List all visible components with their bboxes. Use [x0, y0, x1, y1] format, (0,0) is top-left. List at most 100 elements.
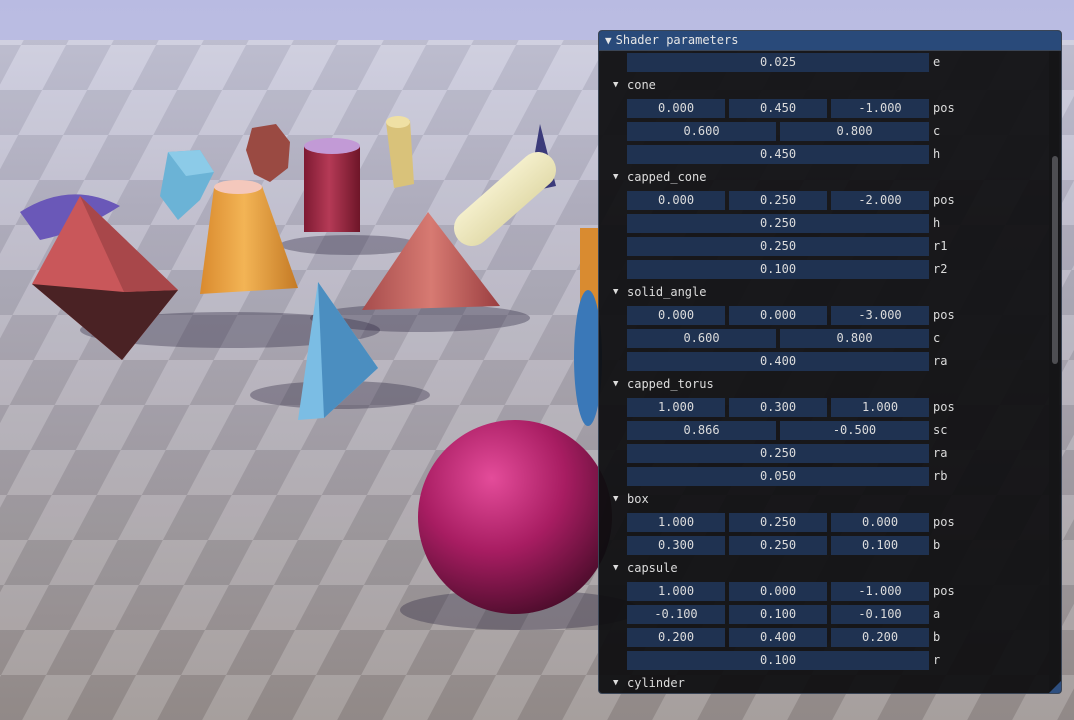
- drag-float-input[interactable]: 0.025: [627, 53, 929, 72]
- section-header-label: capsule: [627, 561, 678, 575]
- drag-float-input[interactable]: 0.100: [729, 605, 827, 624]
- section-header-solid-angle[interactable]: ▼ solid_angle: [599, 283, 1039, 303]
- drag-float-input[interactable]: 0.300: [627, 536, 725, 555]
- collapse-arrow-icon[interactable]: ▼: [605, 34, 612, 47]
- drag-float-input[interactable]: 0.100: [627, 260, 929, 279]
- drag-float-input[interactable]: 0.050: [627, 467, 929, 486]
- drag-float-input[interactable]: 0.000: [729, 306, 827, 325]
- drag-float-input[interactable]: 0.800: [780, 122, 929, 141]
- drag-float-input[interactable]: 0.400: [729, 628, 827, 647]
- drag-float-input[interactable]: -3.000: [831, 306, 929, 325]
- section-header-label: box: [627, 492, 649, 506]
- parameter-label: pos: [933, 400, 955, 414]
- drag-float-input[interactable]: -1.000: [831, 582, 929, 601]
- tree-expand-arrow-icon[interactable]: ▼: [613, 490, 618, 509]
- drag-float-input[interactable]: 0.000: [627, 191, 725, 210]
- window-title-bar[interactable]: ▼ Shader parameters: [599, 31, 1061, 51]
- parameter-row-b: 0.300 0.250 0.100 b: [599, 536, 1039, 556]
- drag-float-input[interactable]: 0.250: [627, 214, 929, 233]
- section-header-cylinder[interactable]: ▼ cylinder: [599, 674, 1039, 693]
- drag-float-input[interactable]: 0.250: [729, 513, 827, 532]
- section-header-label: cylinder: [627, 676, 685, 690]
- parameter-row-r1: 0.250 r1: [599, 237, 1039, 257]
- section-header-cone[interactable]: ▼ cone: [599, 76, 1039, 96]
- drag-float-input[interactable]: 0.250: [729, 536, 827, 555]
- scrollbar-thumb[interactable]: [1052, 156, 1058, 364]
- parameter-list: 0.025 e ▼ cone 0.000 0.450 -1.000 pos 0.600 0.800…: [599, 51, 1061, 693]
- parameter-row-pos: 0.000 0.000 -3.000 pos: [599, 306, 1039, 326]
- section-header-label: cone: [627, 78, 656, 92]
- drag-float-input[interactable]: 1.000: [627, 513, 725, 532]
- drag-float-input[interactable]: 0.200: [627, 628, 725, 647]
- drag-float-input[interactable]: 0.600: [627, 329, 776, 348]
- drag-float-input[interactable]: 0.300: [729, 398, 827, 417]
- drag-float-input[interactable]: -2.000: [831, 191, 929, 210]
- parameter-row-ra: 0.250 ra: [599, 444, 1039, 464]
- drag-float-input[interactable]: -0.100: [831, 605, 929, 624]
- resize-grip-icon[interactable]: [1049, 681, 1061, 693]
- drag-float-input[interactable]: 0.100: [831, 536, 929, 555]
- drag-float-input[interactable]: 0.250: [627, 237, 929, 256]
- drag-float-input[interactable]: 0.200: [831, 628, 929, 647]
- section-header-capped-cone[interactable]: ▼ capped_cone: [599, 168, 1039, 188]
- parameter-label: r: [933, 653, 941, 667]
- parameter-label: rb: [933, 469, 948, 483]
- section-header-box[interactable]: ▼ box: [599, 490, 1039, 510]
- drag-float-input[interactable]: 0.600: [627, 122, 776, 141]
- parameter-label: c: [933, 331, 941, 345]
- drag-float-input[interactable]: 0.250: [627, 444, 929, 463]
- drag-float-input[interactable]: -0.500: [780, 421, 929, 440]
- tree-expand-arrow-icon[interactable]: ▼: [613, 559, 618, 578]
- parameter-label: b: [933, 538, 941, 552]
- parameter-row-pos: 1.000 0.250 0.000 pos: [599, 513, 1039, 533]
- parameter-label: r2: [933, 262, 948, 276]
- tree-expand-arrow-icon[interactable]: ▼: [613, 168, 618, 187]
- scrollbar-track[interactable]: [1049, 51, 1059, 693]
- drag-float-input[interactable]: 0.866: [627, 421, 776, 440]
- parameter-row-sc: 0.866 -0.500 sc: [599, 421, 1039, 441]
- drag-float-input[interactable]: 0.000: [627, 306, 725, 325]
- parameter-row-r2: 0.100 r2: [599, 260, 1039, 280]
- parameter-row-pos: 1.000 0.300 1.000 pos: [599, 398, 1039, 418]
- drag-float-input[interactable]: 0.450: [627, 145, 929, 164]
- drag-float-input[interactable]: 1.000: [831, 398, 929, 417]
- parameter-label: h: [933, 216, 941, 230]
- drag-float-input[interactable]: 1.000: [627, 398, 725, 417]
- parameter-label: e: [933, 55, 941, 69]
- drag-float-input[interactable]: 0.450: [729, 99, 827, 118]
- parameter-row-pos: 1.000 0.000 -1.000 pos: [599, 582, 1039, 602]
- parameter-label: pos: [933, 515, 955, 529]
- tree-expand-arrow-icon[interactable]: ▼: [613, 76, 618, 95]
- drag-float-input[interactable]: 0.400: [627, 352, 929, 371]
- parameter-label: b: [933, 630, 941, 644]
- parameter-row-r: 0.100 r: [599, 651, 1039, 671]
- parameter-label: pos: [933, 101, 955, 115]
- parameter-label: pos: [933, 308, 955, 322]
- drag-float-input[interactable]: 0.800: [780, 329, 929, 348]
- drag-float-input[interactable]: 1.000: [627, 582, 725, 601]
- window-title: Shader parameters: [615, 33, 739, 47]
- drag-float-input[interactable]: -1.000: [831, 99, 929, 118]
- parameter-row-ra: 0.400 ra: [599, 352, 1039, 372]
- drag-float-input[interactable]: 0.250: [729, 191, 827, 210]
- parameter-label: h: [933, 147, 941, 161]
- drag-float-input[interactable]: 0.000: [627, 99, 725, 118]
- parameter-row-c: 0.600 0.800 c: [599, 329, 1039, 349]
- drag-float-input[interactable]: 0.000: [729, 582, 827, 601]
- parameter-label: c: [933, 124, 941, 138]
- tree-expand-arrow-icon[interactable]: ▼: [613, 283, 618, 302]
- drag-float-input[interactable]: 0.000: [831, 513, 929, 532]
- section-header-label: capped_cone: [627, 170, 707, 184]
- parameter-row-h: 0.250 h: [599, 214, 1039, 234]
- parameter-label: pos: [933, 584, 955, 598]
- parameter-row-b: 0.200 0.400 0.200 b: [599, 628, 1039, 648]
- parameter-label: pos: [933, 193, 955, 207]
- drag-float-input[interactable]: 0.100: [627, 651, 929, 670]
- tree-expand-arrow-icon[interactable]: ▼: [613, 375, 618, 394]
- drag-float-input[interactable]: -0.100: [627, 605, 725, 624]
- section-header-capsule[interactable]: ▼ capsule: [599, 559, 1039, 579]
- tree-expand-arrow-icon[interactable]: ▼: [613, 674, 618, 693]
- parameter-label: ra: [933, 354, 948, 368]
- section-header-capped-torus[interactable]: ▼ capped_torus: [599, 375, 1039, 395]
- parameter-row-pos: 0.000 0.450 -1.000 pos: [599, 99, 1039, 119]
